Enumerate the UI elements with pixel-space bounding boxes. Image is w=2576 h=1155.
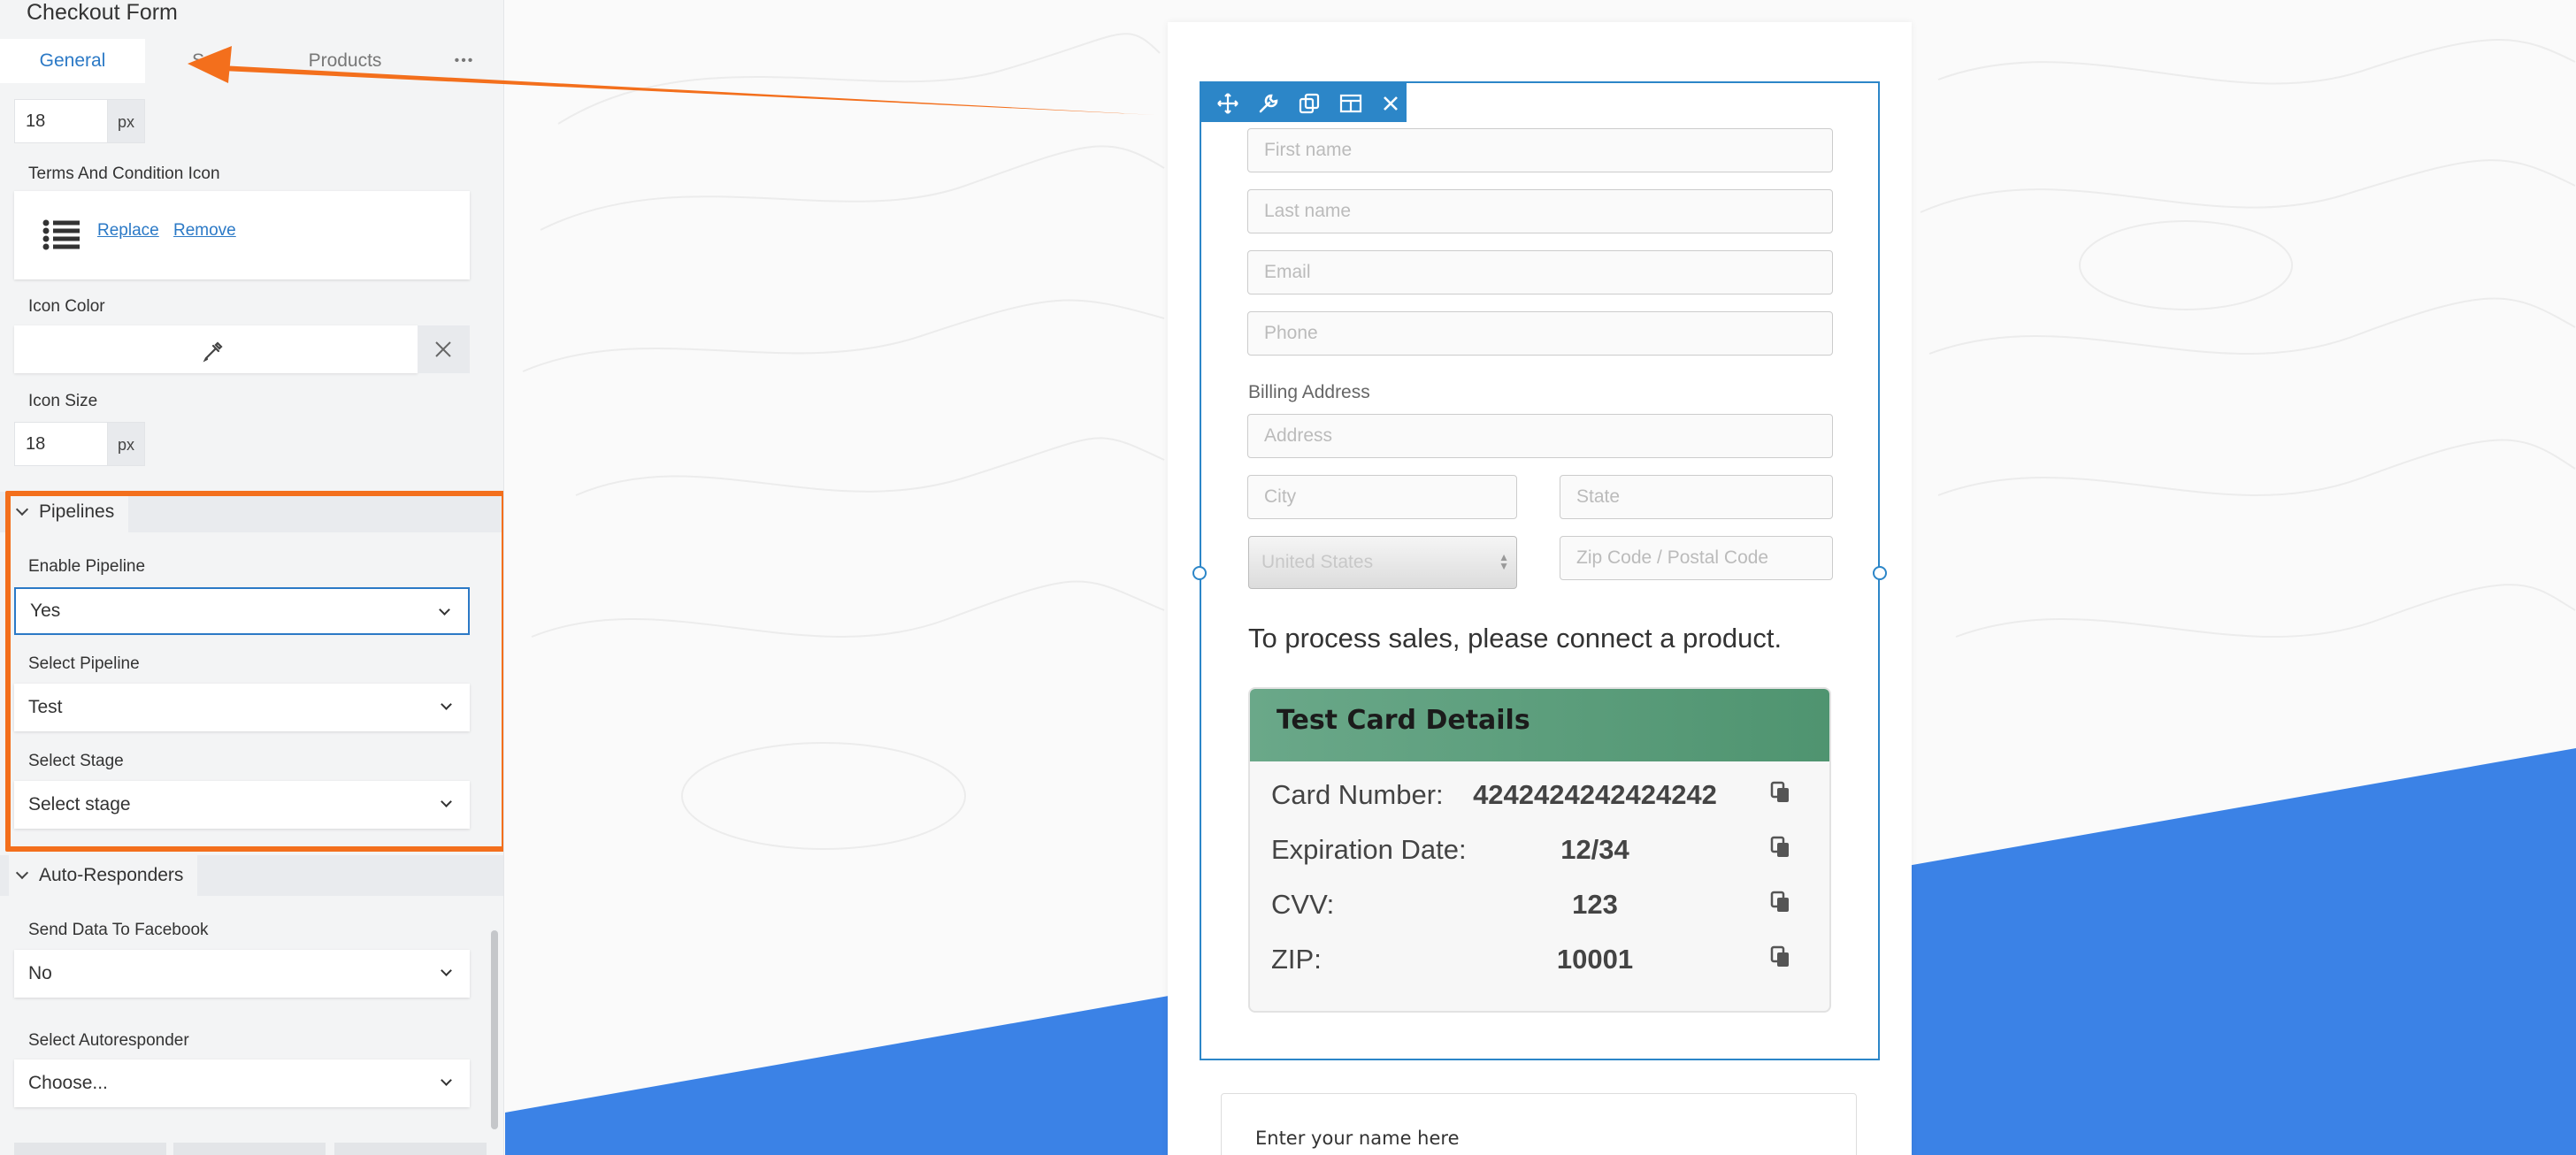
name-input[interactable]: Enter your name here (1221, 1093, 1857, 1155)
footer-button[interactable] (14, 1143, 166, 1155)
clear-color-button[interactable] (418, 325, 470, 373)
footer-button[interactable] (173, 1143, 326, 1155)
select-autoresponder-label: Select Autoresponder (28, 1031, 189, 1050)
move-icon[interactable] (1217, 93, 1238, 114)
resize-handle-left[interactable] (1192, 566, 1207, 580)
chevron-down-icon (441, 965, 452, 976)
remove-link[interactable]: Remove (173, 221, 236, 241)
selected-module-frame[interactable] (1200, 81, 1880, 1060)
page-canvas: First name Last name Email Phone Billing… (505, 0, 2576, 1155)
replace-link[interactable]: Replace (97, 221, 159, 241)
tab-general[interactable]: General (0, 39, 145, 83)
top-size-input[interactable]: 18 (14, 99, 108, 143)
columns-icon[interactable] (1339, 93, 1362, 114)
eyedropper-icon (203, 341, 223, 363)
tab-products[interactable]: Products (265, 39, 425, 83)
send-facebook-label: Send Data To Facebook (28, 921, 209, 939)
select-autoresponder-select[interactable]: Choose... (14, 1059, 470, 1107)
panel-title: Checkout Form (27, 0, 178, 25)
chevron-down-icon (15, 866, 29, 880)
close-icon[interactable] (1382, 95, 1399, 112)
send-facebook-select[interactable]: No (14, 950, 470, 998)
send-facebook-value: No (28, 963, 52, 983)
top-size-unit: px (108, 99, 145, 143)
icon-size-label: Icon Size (28, 392, 98, 410)
terms-icon-picker: Replace Remove (14, 191, 470, 279)
terms-icon-label: Terms And Condition Icon (28, 164, 220, 183)
autoresponders-section-title: Auto-Responders (39, 865, 184, 885)
settings-panel: Checkout Form General S Products ••• 18 … (0, 0, 504, 1155)
module-toolbar (1201, 83, 1407, 122)
list-icon (42, 219, 80, 250)
panel-tabs: General S Products ••• (0, 39, 503, 83)
tab-s[interactable]: S (145, 39, 251, 83)
select-autoresponder-value: Choose... (28, 1073, 108, 1093)
icon-size-unit: px (108, 422, 145, 466)
annotation-highlight-box (5, 491, 503, 852)
icon-size-input[interactable]: 18 (14, 422, 108, 466)
duplicate-icon[interactable] (1299, 93, 1320, 114)
panel-scrollbar[interactable] (491, 930, 498, 1129)
close-icon (435, 341, 451, 357)
wrench-icon[interactable] (1258, 93, 1279, 114)
autoresponders-section-header[interactable]: Auto-Responders (0, 855, 503, 896)
icon-color-picker[interactable] (14, 325, 418, 373)
icon-color-label: Icon Color (28, 297, 105, 316)
resize-handle-right[interactable] (1873, 566, 1887, 580)
more-tabs-button[interactable]: ••• (433, 39, 495, 83)
footer-button[interactable] (334, 1143, 487, 1155)
chevron-down-icon (441, 1075, 452, 1086)
